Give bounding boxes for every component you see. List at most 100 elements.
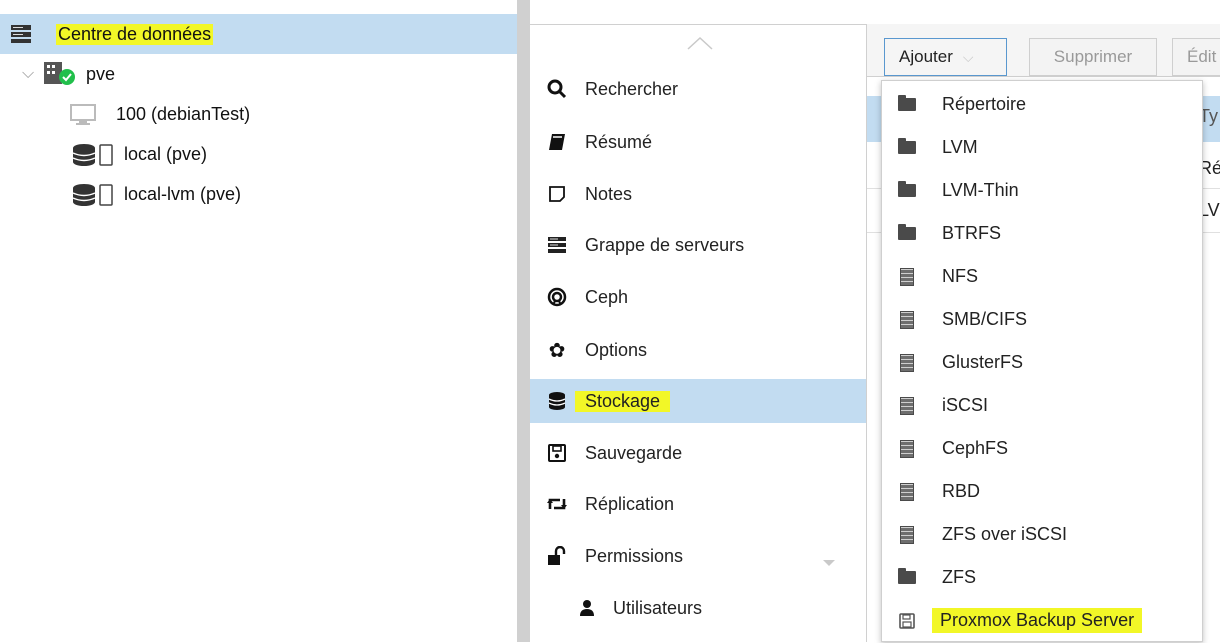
menu-item-label: BTRFS	[942, 223, 1002, 243]
nav-item-ceph[interactable]: Ceph	[530, 275, 866, 319]
menu-item-label: ZFS	[942, 567, 976, 587]
nav-item-notes[interactable]: Notes	[530, 172, 866, 216]
building-icon	[898, 267, 916, 286]
expand-arrow-icon[interactable]	[822, 551, 836, 572]
scroll-up-icon[interactable]	[686, 35, 714, 56]
user-icon	[576, 597, 598, 619]
nav-item-options[interactable]: ✿ Options	[530, 328, 866, 372]
menu-item-cephfs[interactable]: CephFS	[882, 427, 1202, 470]
nav-item-summary[interactable]: Résumé	[530, 120, 866, 164]
building-icon	[898, 396, 916, 415]
node-online-icon	[42, 60, 76, 91]
storage-toolbar: Ajouter ⌵ Supprimer Édit	[867, 24, 1220, 77]
monitor-icon	[70, 104, 96, 131]
menu-item-smb-cifs[interactable]: SMB/CIFS	[882, 298, 1202, 341]
menu-item-iscsi[interactable]: iSCSI	[882, 384, 1202, 427]
tree-item-datacenter[interactable]: Centre de données	[0, 14, 517, 54]
nav-item-permissions[interactable]: Permissions	[530, 534, 866, 578]
nav-label: Sauvegarde	[585, 442, 683, 463]
menu-item-directory[interactable]: Répertoire	[882, 83, 1202, 126]
building-icon	[898, 310, 916, 329]
menu-item-label: iSCSI	[942, 395, 989, 415]
menu-item-label: ZFS over iSCSI	[942, 524, 1068, 544]
nav-label: Réplication	[585, 493, 675, 514]
nav-label: Ceph	[585, 286, 629, 307]
menu-item-proxmox-backup-server[interactable]: Proxmox Backup Server	[882, 599, 1202, 642]
folder-icon	[898, 568, 916, 587]
edit-button[interactable]: Édit	[1172, 38, 1220, 76]
menu-item-lvm-thin[interactable]: LVM-Thin	[882, 169, 1202, 212]
note-icon	[546, 183, 568, 205]
chevron-down-icon: ⌵	[962, 48, 974, 65]
folder-icon	[898, 95, 916, 114]
book-icon	[546, 131, 568, 153]
nav-label: Résumé	[585, 131, 653, 152]
building-icon	[898, 525, 916, 544]
tree-datacenter-label: Centre de données	[56, 23, 214, 45]
tree-storage-local-lvm-label: local-lvm (pve)	[124, 183, 242, 204]
nav-label: Notes	[585, 183, 633, 204]
menu-item-label: Proxmox Backup Server	[932, 608, 1143, 633]
add-button-label: Ajouter	[899, 47, 953, 66]
nav-label: Rechercher	[585, 78, 679, 99]
building-icon	[898, 439, 916, 458]
add-button[interactable]: Ajouter ⌵	[884, 38, 1007, 76]
floppy-icon	[546, 442, 568, 464]
tree-item-vm[interactable]: 100 (debianTest)	[0, 94, 517, 134]
menu-item-label: Répertoire	[942, 94, 1027, 114]
building-icon	[898, 482, 916, 501]
folder-icon	[898, 224, 916, 243]
panel-splitter[interactable]	[517, 0, 530, 642]
delete-button-label: Supprimer	[1053, 47, 1133, 66]
menu-item-label: LVM	[942, 137, 978, 157]
tree-storage-local-label: local (pve)	[124, 143, 208, 164]
config-nav: Rechercher Résumé Notes Grappe de serveu…	[530, 24, 866, 643]
menu-item-label: SMB/CIFS	[942, 309, 1028, 329]
ceph-icon	[546, 286, 568, 308]
building-icon	[898, 353, 916, 372]
nav-label: Options	[585, 339, 648, 360]
nav-item-users[interactable]: Utilisateurs	[530, 586, 866, 630]
nav-label: Grappe de serveurs	[585, 234, 745, 255]
datacenter-icon	[10, 24, 32, 49]
resource-tree: Centre de données ⌵ pve 100 (debianTest)…	[0, 0, 517, 642]
tree-item-node[interactable]: ⌵ pve	[0, 54, 517, 94]
tree-item-storage-local-lvm[interactable]: local-lvm (pve)	[0, 174, 517, 214]
menu-item-label: RBD	[942, 481, 981, 501]
chevron-down-icon[interactable]: ⌵	[22, 65, 34, 83]
database-icon	[72, 183, 120, 212]
menu-item-btrfs[interactable]: BTRFS	[882, 212, 1202, 255]
server-icon	[546, 234, 568, 256]
menu-item-label: NFS	[942, 266, 978, 286]
menu-item-glusterfs[interactable]: GlusterFS	[882, 341, 1202, 384]
delete-button[interactable]: Supprimer	[1029, 38, 1157, 76]
menu-item-lvm[interactable]: LVM	[882, 126, 1202, 169]
nav-item-search[interactable]: Rechercher	[530, 67, 866, 111]
menu-item-zfs[interactable]: ZFS	[882, 556, 1202, 599]
tree-node-label: pve	[86, 63, 116, 84]
menu-item-rbd[interactable]: RBD	[882, 470, 1202, 513]
menu-item-label: GlusterFS	[942, 352, 1024, 372]
nav-item-storage[interactable]: Stockage	[530, 379, 866, 423]
edit-button-label: Édit	[1187, 47, 1217, 66]
nav-item-backup[interactable]: Sauvegarde	[530, 431, 866, 475]
add-storage-menu: Répertoire LVM LVM-Thin BTRFS NFS SMB/CI…	[881, 80, 1203, 642]
folder-icon	[898, 138, 916, 157]
nav-item-replication[interactable]: Réplication	[530, 482, 866, 526]
nav-label: Permissions	[585, 545, 684, 566]
nav-label: Utilisateurs	[613, 597, 703, 618]
nav-item-cluster[interactable]: Grappe de serveurs	[530, 223, 866, 267]
menu-item-nfs[interactable]: NFS	[882, 255, 1202, 298]
menu-item-zfs-over-iscsi[interactable]: ZFS over iSCSI	[882, 513, 1202, 556]
floppy-icon	[898, 612, 916, 630]
menu-item-label: CephFS	[942, 438, 1009, 458]
search-icon	[546, 78, 568, 100]
tree-item-storage-local[interactable]: local (pve)	[0, 134, 517, 174]
nav-label: Stockage	[575, 390, 671, 412]
menu-item-label: LVM-Thin	[942, 180, 1019, 200]
tree-vm-label: 100 (debianTest)	[116, 103, 251, 124]
gear-icon: ✿	[548, 339, 566, 362]
retweet-icon	[546, 493, 568, 515]
database-icon	[72, 143, 120, 172]
database-icon	[546, 390, 568, 412]
